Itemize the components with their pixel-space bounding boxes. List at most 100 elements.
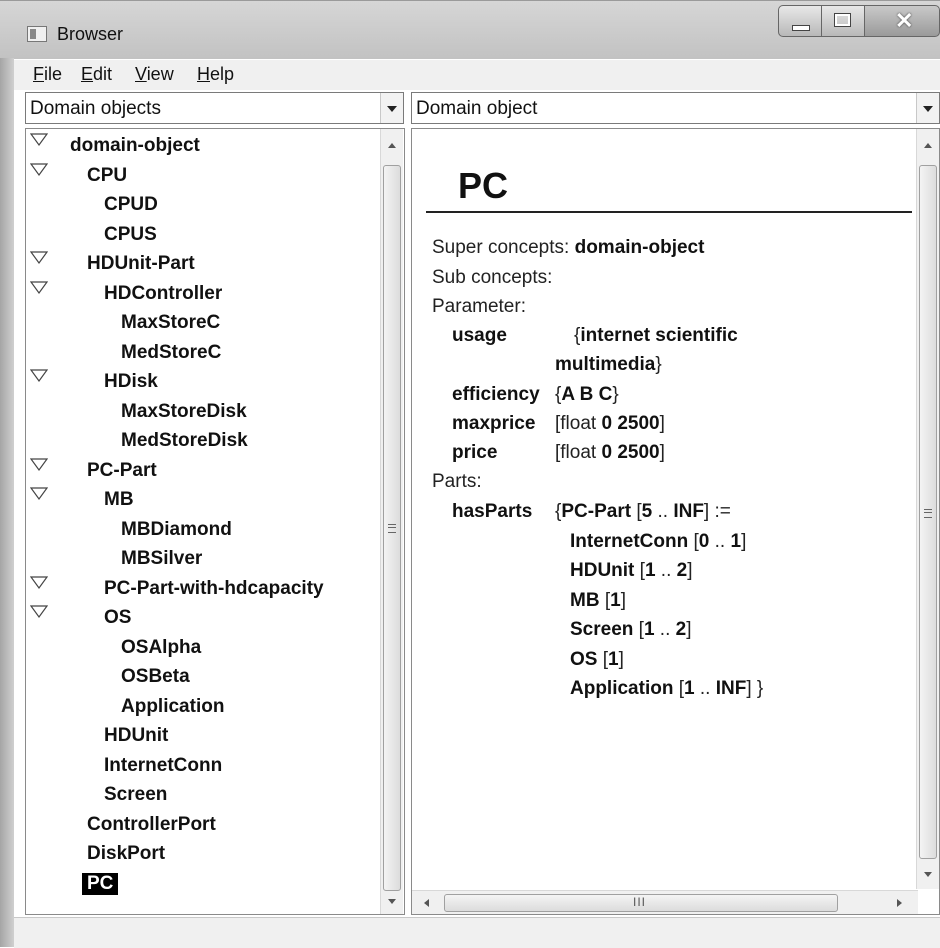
efficiency-values: A B C	[561, 384, 613, 405]
tree-item-label: OS	[104, 607, 132, 628]
tree-item[interactable]: PC	[26, 872, 378, 901]
expand-triangle-icon[interactable]	[30, 251, 48, 265]
range-max: 1	[730, 530, 742, 552]
parameter-label: Parameter:	[432, 296, 526, 317]
window-frame-left	[0, 58, 14, 947]
range-max: INF	[715, 678, 747, 699]
maxprice-values: 0 2500	[601, 413, 660, 434]
super-concepts-label: Super concepts:	[432, 237, 575, 258]
expand-triangle-icon[interactable]	[30, 162, 48, 177]
title-bar[interactable]: Browser ✕	[0, 0, 940, 59]
close-icon: ✕	[895, 8, 914, 33]
range-close: ] }	[746, 678, 764, 699]
detail-vertical-scrollbar[interactable]	[916, 129, 939, 889]
expand-triangle-icon[interactable]	[30, 369, 48, 383]
tree-item[interactable]: OSBeta	[26, 666, 378, 694]
domain-object-select[interactable]: Domain object	[411, 92, 940, 124]
detail-scroll-thumb[interactable]	[919, 165, 937, 859]
menu-view[interactable]: View	[135, 64, 174, 85]
scroll-up-icon[interactable]	[381, 135, 403, 157]
tree-item[interactable]: ControllerPort	[26, 814, 378, 842]
scroll-up-icon[interactable]	[917, 135, 939, 157]
range-open: [	[688, 530, 699, 552]
tree-item[interactable]: MBSilver	[26, 548, 378, 576]
tree-item[interactable]: Screen	[26, 784, 378, 812]
range-open: [	[631, 501, 642, 522]
tree-scroll-thumb[interactable]	[383, 165, 401, 891]
tree-item[interactable]: CPUS	[26, 224, 378, 252]
tree-item[interactable]: PC-Part-with-hdcapacity	[26, 575, 378, 606]
tree-item[interactable]: DiskPort	[26, 843, 378, 871]
tree-item[interactable]: CPUD	[26, 194, 378, 222]
range-min: 1	[608, 648, 619, 670]
range-max: 2	[676, 560, 688, 581]
minimize-button[interactable]	[778, 5, 822, 37]
scroll-down-icon[interactable]	[917, 864, 939, 886]
param-values-usage: {internet scientific	[574, 325, 738, 347]
tree-item[interactable]: domain-object	[26, 133, 378, 163]
tree-item[interactable]: HDisk	[26, 369, 378, 399]
expand-triangle-icon[interactable]	[30, 487, 48, 501]
tree-item[interactable]: Application	[26, 696, 378, 724]
range-sep: ..	[709, 530, 731, 552]
tree-item[interactable]: MedStoreDisk	[26, 430, 378, 458]
tree-item[interactable]: OSAlpha	[26, 637, 378, 665]
tree-item[interactable]: MaxStoreDisk	[26, 401, 378, 429]
tree-item[interactable]: InternetConn	[26, 755, 378, 783]
param-name-efficiency: efficiency	[452, 384, 540, 405]
scroll-right-icon[interactable]	[888, 891, 910, 914]
scroll-left-icon[interactable]	[416, 891, 438, 914]
menu-help[interactable]: Help	[197, 64, 234, 85]
tree-item-label: CPUS	[104, 223, 157, 245]
tree-vertical-scrollbar[interactable]	[380, 129, 403, 914]
menu-edit[interactable]: Edit	[81, 64, 112, 85]
range-min: 1	[644, 560, 656, 581]
part-name: Application	[570, 678, 674, 699]
range-close: ]	[687, 560, 693, 581]
range-close: ]	[686, 619, 692, 640]
close-button[interactable]: ✕	[864, 5, 940, 37]
expand-triangle-icon[interactable]	[30, 280, 48, 295]
chevron-down-icon[interactable]	[380, 93, 403, 123]
status-bar	[14, 917, 940, 948]
tree-item[interactable]: HDUnit-Part	[26, 251, 378, 281]
range-min: 1	[643, 619, 655, 640]
tree-item[interactable]: MB	[26, 487, 378, 517]
detail-horizontal-scrollbar[interactable]: III	[412, 890, 918, 914]
maximize-button[interactable]	[821, 5, 865, 37]
tree-item[interactable]: MedStoreC	[26, 342, 378, 370]
tree-item[interactable]: MBDiamond	[26, 519, 378, 547]
usage-values-line1: internet scientific	[580, 325, 738, 346]
range-open: [	[673, 678, 685, 699]
tree-item[interactable]: MaxStoreC	[26, 312, 378, 340]
grip-icon	[924, 509, 932, 518]
tree-item[interactable]: CPU	[26, 162, 378, 193]
range-min: 0	[698, 530, 710, 552]
grip-icon: III	[633, 895, 647, 909]
tree-item[interactable]: HDUnit	[26, 725, 378, 753]
range-open: [	[634, 560, 645, 581]
tree-item-label: Application	[121, 695, 225, 717]
menu-file[interactable]: File	[33, 64, 62, 85]
expand-triangle-icon[interactable]	[30, 133, 48, 147]
has-parts-entry: InternetConn [0 .. 1]	[570, 531, 746, 553]
tree-item-label: OSAlpha	[121, 636, 202, 658]
tree-item-label: PC	[82, 872, 119, 895]
expand-triangle-icon[interactable]	[30, 605, 48, 619]
expand-triangle-icon[interactable]	[30, 457, 48, 472]
chevron-down-icon[interactable]	[916, 93, 939, 123]
has-parts-entry: OS [1]	[570, 649, 624, 671]
super-concepts-value[interactable]: domain-object	[575, 237, 705, 258]
detail-hscroll-thumb[interactable]: III	[444, 894, 838, 912]
tree-item[interactable]: OS	[26, 605, 378, 635]
range-sep: ..	[654, 619, 676, 640]
has-parts-entry: HDUnit [1 .. 2]	[570, 560, 693, 582]
tree-item[interactable]: PC-Part	[26, 457, 378, 488]
part-name: MB	[570, 589, 600, 611]
part-name: Screen	[570, 619, 634, 640]
domain-objects-select[interactable]: Domain objects	[25, 92, 404, 124]
scroll-down-icon[interactable]	[381, 891, 403, 913]
expand-triangle-icon[interactable]	[30, 575, 48, 590]
tree-item[interactable]: HDController	[26, 280, 378, 311]
has-parts-entry: MB [1]	[570, 590, 626, 612]
